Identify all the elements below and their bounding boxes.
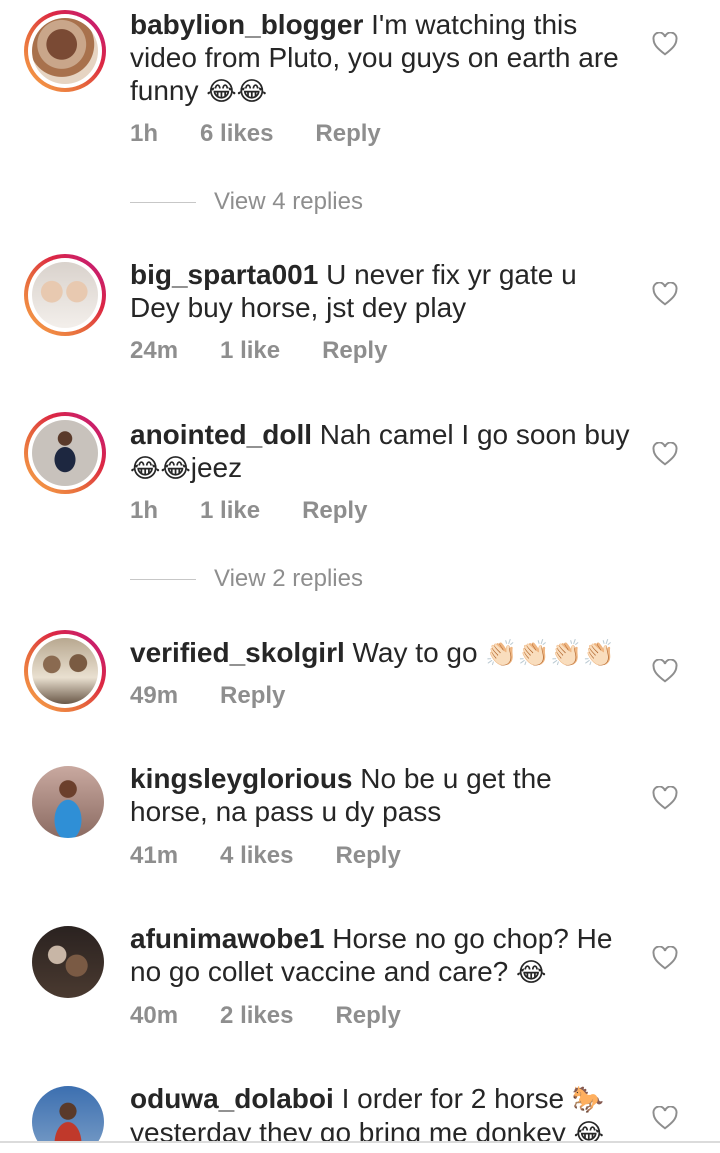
- bottom-divider: [0, 1141, 720, 1143]
- comment-username[interactable]: oduwa_dolaboi: [130, 1083, 334, 1114]
- comment-text: I order for 2 horse: [341, 1083, 565, 1114]
- heart-outline-icon[interactable]: [652, 1106, 678, 1130]
- comment-item: oduwa_dolaboi I order for 2 horse 🐎 yest…: [0, 0, 720, 1141]
- comment-emoji: 🐎: [571, 1084, 605, 1114]
- comment-emoji: 😂: [573, 1118, 604, 1141]
- comment-text-tail: yesterday they go bring me donkey: [130, 1117, 566, 1141]
- avatar[interactable]: [32, 1086, 104, 1141]
